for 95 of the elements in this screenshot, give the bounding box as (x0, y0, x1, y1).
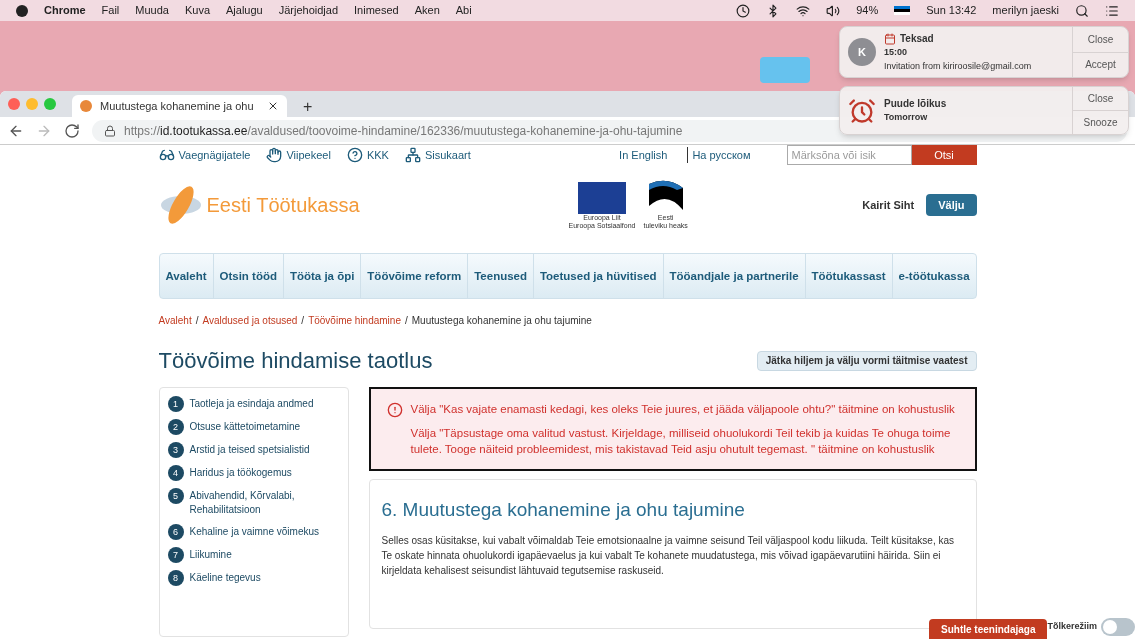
utility-link[interactable]: Sisukaart (404, 146, 471, 164)
chat-button[interactable]: Suhtle teenindajaga (929, 619, 1048, 639)
nav-item[interactable]: Teenused (467, 254, 533, 298)
reload-icon[interactable] (64, 122, 80, 139)
step-number: 3 (167, 442, 184, 458)
menu-item[interactable]: Muuda (135, 2, 169, 19)
help-icon (346, 147, 363, 163)
browser-tab[interactable]: Muutustega kohanemine ja ohu (72, 95, 287, 117)
menu-app-name[interactable]: Chrome (44, 2, 86, 19)
nav-item[interactable]: Avaleht (159, 254, 213, 298)
notification-action-button[interactable]: Accept (1073, 51, 1128, 77)
glasses-icon (158, 147, 175, 163)
nav-item[interactable]: Tööta ja õpi (282, 254, 361, 298)
menu-item[interactable]: Ajalugu (226, 2, 263, 19)
breadcrumb-link[interactable]: Avaldused ja otsused (202, 313, 298, 328)
battery-percent[interactable]: 94% (856, 2, 879, 19)
translate-mode-label: Tõlkerežiim (1047, 620, 1097, 634)
notification-time: 15:00 (884, 46, 909, 59)
close-tab-icon[interactable] (267, 100, 279, 112)
notification-title: Teksad (900, 32, 934, 46)
nav-item[interactable]: Otsin tööd (212, 254, 283, 298)
menu-clock[interactable]: Sun 13:42 (926, 2, 977, 19)
logout-button[interactable]: Välju (926, 194, 977, 216)
notification-action-button[interactable]: Close (1073, 87, 1128, 110)
step-link[interactable]: 6 Kehaline ja vaimne võimekus (167, 524, 340, 540)
nav-item[interactable]: Toetused ja hüvitised (532, 254, 663, 298)
breadcrumb-separator: / (404, 314, 408, 328)
menu-item[interactable]: Kuva (184, 2, 210, 19)
error-message: Välja "Täpsustage oma valitud vastust. Kirjeldage, milliseid ohuolukordi Teil tekib ja kuidas Te ohuga toime tulete. Tooge näiteid probleemidest, mis takistavad Teid asju ohutult tegemast. " täitmine on kohustuslik (410, 426, 952, 457)
logo-text: Eesti Töötukassa (206, 193, 360, 218)
new-tab-button[interactable]: + (295, 95, 321, 117)
step-number: 8 (167, 570, 184, 586)
language-link[interactable]: In English (615, 146, 672, 164)
step-number: 2 (167, 419, 184, 435)
breadcrumb-link[interactable]: Töövõime hindamine (308, 313, 401, 328)
breadcrumb-link[interactable]: Avaleht (158, 313, 192, 328)
step-link[interactable]: 7 Liikumine (167, 547, 340, 563)
step-number: 4 (167, 465, 184, 481)
step-number: 6 (167, 524, 184, 540)
user-name: Kairit Siht (862, 197, 915, 213)
alarm-clock-icon (848, 96, 876, 125)
tab-title: Muutustega kohanemine ja ohu (100, 98, 255, 114)
nav-item[interactable]: Töövõime reform (360, 254, 468, 298)
step-number: 5 (167, 488, 184, 504)
notification-title: Puude lõikus (884, 97, 947, 112)
time-machine-icon[interactable] (736, 3, 751, 18)
step-link[interactable]: 2 Otsuse kättetoimetamine (167, 419, 340, 435)
nav-item[interactable]: Tööandjale ja partnerile (662, 254, 805, 298)
search-button[interactable]: Otsi (911, 145, 977, 165)
hand-icon (266, 147, 283, 163)
translate-mode-toggle[interactable] (1101, 618, 1135, 636)
lock-icon (104, 124, 116, 137)
section-description: Selles osas küsitakse, kui vabalt võimaldab Teie emotsionaalne ja vaimne seisund Teil väljaspool kodu liikuda. Teilt küsitakse, kas Te oskate hinnata ohuolukordi igapäevaelus ja kui vabalt Te kohanete muudatustega, mis võivad igapäevarutiini häirida. Siin ei kirjeldata kehalisest seisundist lähtuvaid tegutsemise raskuseid. (381, 533, 956, 578)
menu-item[interactable]: Inimesed (354, 2, 399, 19)
breadcrumb-separator: / (195, 314, 199, 328)
step-number: 1 (167, 396, 184, 412)
site-favicon-icon (80, 100, 92, 112)
menu-item[interactable]: Fail (101, 2, 120, 19)
nav-item[interactable]: e-töötukassa (891, 254, 976, 298)
notification-center-icon[interactable] (1105, 3, 1119, 18)
save-later-button[interactable]: Jätka hiljem ja välju vormi täitmise vaatest (756, 350, 977, 371)
error-message: Välja "Kas vajate enamasti kedagi, kes oleks Teie juures, et jääda väljapoole ohtu?" täitmine on kohustuslik (410, 402, 956, 417)
calendar-icon (884, 32, 896, 45)
menu-item[interactable]: Aken (414, 2, 440, 19)
utility-link[interactable]: Viipekeel (266, 146, 331, 164)
menu-item[interactable]: Järjehoidjad (278, 2, 339, 19)
avatar-icon: K (848, 38, 876, 66)
section-heading: 6. Muutustega kohanemine ja ohu tajumine (381, 498, 746, 522)
url-text: https://id.tootukassa.ee/avaldused/toovoime-hindamine/162336/muutustega-kohanemine-ja-ohu-tajumine (124, 122, 683, 140)
wifi-icon[interactable] (796, 3, 811, 18)
notification-action-button[interactable]: Snooze (1073, 110, 1128, 134)
step-link[interactable]: 4 Haridus ja töökogemus (167, 465, 340, 481)
utility-link[interactable]: Vaegnägijatele (158, 146, 251, 164)
utility-link[interactable]: KKK (346, 146, 389, 164)
notification-body: Invitation from kiriroosile@gmail.com (884, 59, 1032, 73)
volume-icon[interactable] (826, 3, 841, 18)
step-link[interactable]: 8 Käeline tegevus (167, 570, 340, 586)
eu-flag-icon (577, 182, 626, 214)
step-number: 7 (167, 547, 184, 563)
menu-item[interactable]: Abi (455, 2, 472, 19)
breadcrumb-separator: / (301, 314, 305, 328)
sitemap-icon (404, 147, 421, 163)
step-link[interactable]: 1 Taotleja ja esindaja andmed (167, 396, 340, 412)
search-icon[interactable] (1075, 3, 1089, 18)
current-page-label: Muutustega kohanemine ja ohu tajumine (411, 314, 592, 328)
step-link[interactable]: 5 Abivahendid, Kõrvalabi, Rehabilitatsioon (167, 488, 340, 517)
page-title: Töövõime hindamise taotlus (158, 347, 433, 375)
menu-user[interactable]: merilyn jaeski (992, 2, 1059, 19)
language-link[interactable]: На русском (687, 146, 755, 164)
notification-action-button[interactable]: Close (1073, 27, 1128, 52)
step-link[interactable]: 3 Arstid ja teised spetsialistid (167, 442, 340, 458)
nav-item[interactable]: Töötukassast (804, 254, 892, 298)
error-icon (386, 402, 403, 418)
flag-icon[interactable] (894, 5, 911, 16)
search-field[interactable]: Märksõna või isik (786, 145, 912, 165)
